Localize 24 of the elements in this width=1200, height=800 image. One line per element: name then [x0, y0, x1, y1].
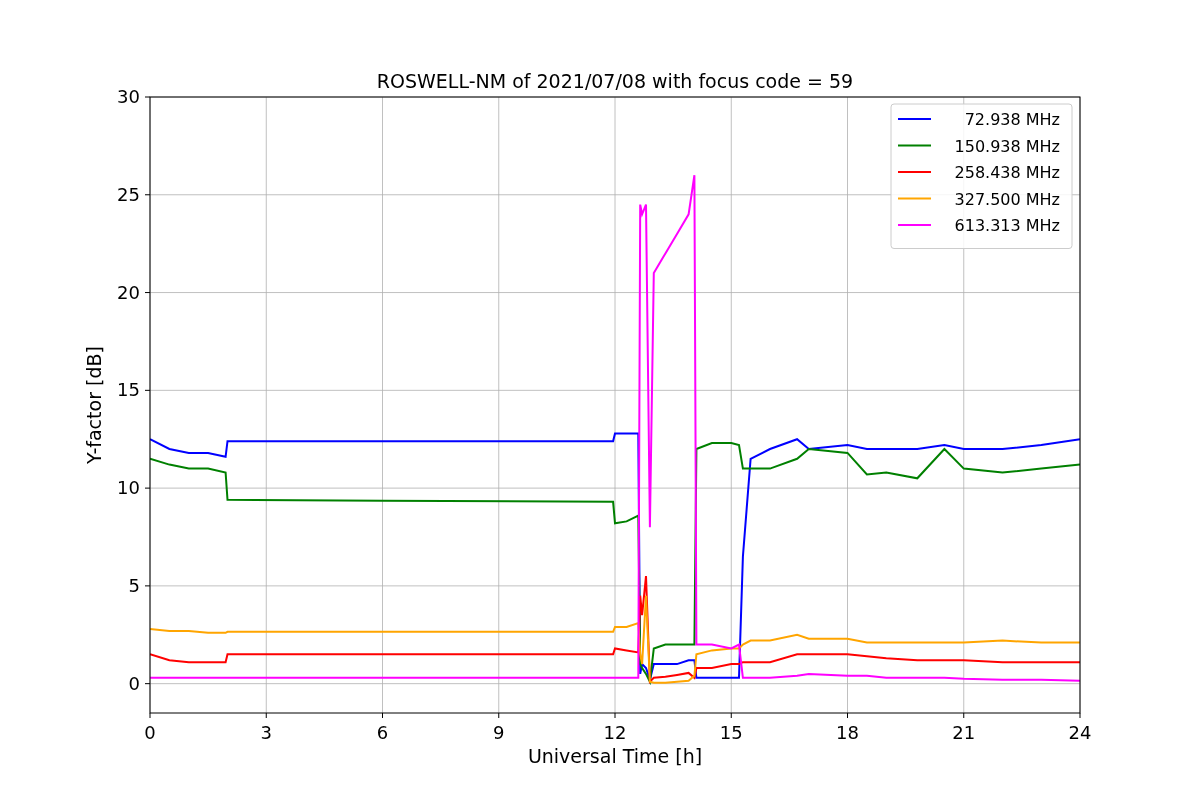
x-tick-label: 3: [260, 722, 272, 743]
chart-title: ROSWELL-NM of 2021/07/08 with focus code = 59: [376, 70, 854, 92]
y-tick-label: 15: [117, 379, 140, 401]
legend-label: 72.938 MHz: [964, 110, 1060, 129]
y-tick-label: 20: [117, 281, 140, 303]
legend-label: 613.313 MHz: [954, 216, 1060, 235]
x-tick-label: 21: [952, 722, 976, 743]
x-tick-label: 12: [603, 722, 627, 743]
x-tick-label: 24: [1068, 722, 1092, 743]
legend-label: 150.938 MHz: [954, 136, 1060, 156]
x-axis-label: Universal Time [h]: [527, 745, 703, 767]
y-tick-label: 25: [117, 183, 140, 205]
y-tick-label: 10: [117, 477, 140, 499]
y-tick-label: 5: [128, 574, 140, 596]
x-tick-label: 18: [836, 722, 859, 743]
y-tick-label: 30: [117, 86, 140, 107]
x-tick-label: 9: [493, 722, 505, 743]
y-axis-label: Y-factor [dB]: [83, 346, 105, 464]
y-tick-label: 0: [128, 672, 140, 694]
legend-label: 258.438 MHz: [954, 163, 1060, 182]
x-tick-label: 6: [376, 722, 389, 743]
legend-label: 327.500 MHz: [954, 189, 1060, 209]
x-tick-label: 0: [144, 722, 156, 743]
x-tick-label: 15: [719, 722, 743, 743]
